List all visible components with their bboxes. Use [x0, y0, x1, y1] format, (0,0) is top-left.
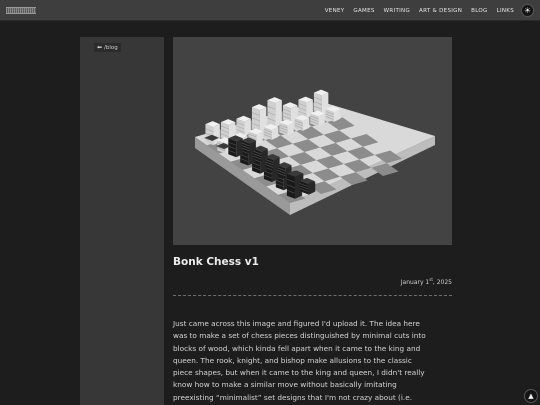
- chess-board-image: [173, 37, 452, 245]
- top-bar: VENEY GAMES WRITING ART & DESIGN BLOG LI…: [0, 0, 540, 21]
- dark-piece: [241, 137, 256, 154]
- dark-piece: [286, 170, 302, 199]
- sun-icon: ☀: [523, 5, 532, 15]
- body-line: was to make a set of chess pieces distin…: [173, 331, 426, 341]
- nav-link-writing[interactable]: WRITING: [384, 8, 410, 14]
- light-piece: [263, 123, 279, 140]
- nav-link-blog[interactable]: BLOG: [471, 8, 487, 14]
- light-piece: [310, 110, 325, 127]
- light-piece: [325, 105, 341, 122]
- light-piece: [279, 119, 294, 136]
- arrow-up-icon: ▲: [528, 392, 534, 400]
- body-line: piece shapes, but when it came to the ki…: [173, 368, 425, 378]
- light-piece: [294, 114, 310, 131]
- theme-toggle-button[interactable]: ☀: [521, 4, 534, 17]
- body-line: queen. The rook, knight, and bishop make…: [173, 355, 412, 365]
- nav-link-games[interactable]: GAMES: [353, 8, 374, 14]
- post-main: Bonk Chess v1 January 1st, 2025 Just cam…: [173, 37, 452, 402]
- dark-piece: [228, 135, 243, 158]
- nav-link-links[interactable]: LINKS: [497, 8, 514, 14]
- post-title: Bonk Chess v1: [173, 256, 259, 268]
- body-line: Just came across this image and figured …: [173, 319, 420, 328]
- back-to-blog-link[interactable]: ⬅ /blog: [94, 43, 121, 52]
- arrow-left-icon: ⬅: [97, 44, 103, 51]
- back-link-label: /blog: [104, 44, 118, 51]
- body-line: blocks of wood, which kinda fell apart w…: [173, 343, 421, 353]
- title-divider: [173, 295, 452, 296]
- scroll-to-top-button[interactable]: ▲: [524, 389, 538, 403]
- post-date: January 1st, 2025: [400, 277, 452, 286]
- site-logo[interactable]: [6, 7, 36, 14]
- nav-link-veney[interactable]: VENEY: [325, 8, 345, 14]
- body-line: preexisting “minimalist” set designs tha…: [173, 392, 413, 402]
- body-line: know how to make a similar move without …: [173, 380, 397, 390]
- main-nav: VENEY GAMES WRITING ART & DESIGN BLOG LI…: [325, 0, 514, 21]
- sidebar: ⬅ /blog: [80, 37, 164, 405]
- post-body: Just came across this image and figured …: [173, 318, 452, 404]
- nav-link-art-design[interactable]: ART & DESIGN: [419, 8, 462, 14]
- dark-piece: [299, 177, 315, 194]
